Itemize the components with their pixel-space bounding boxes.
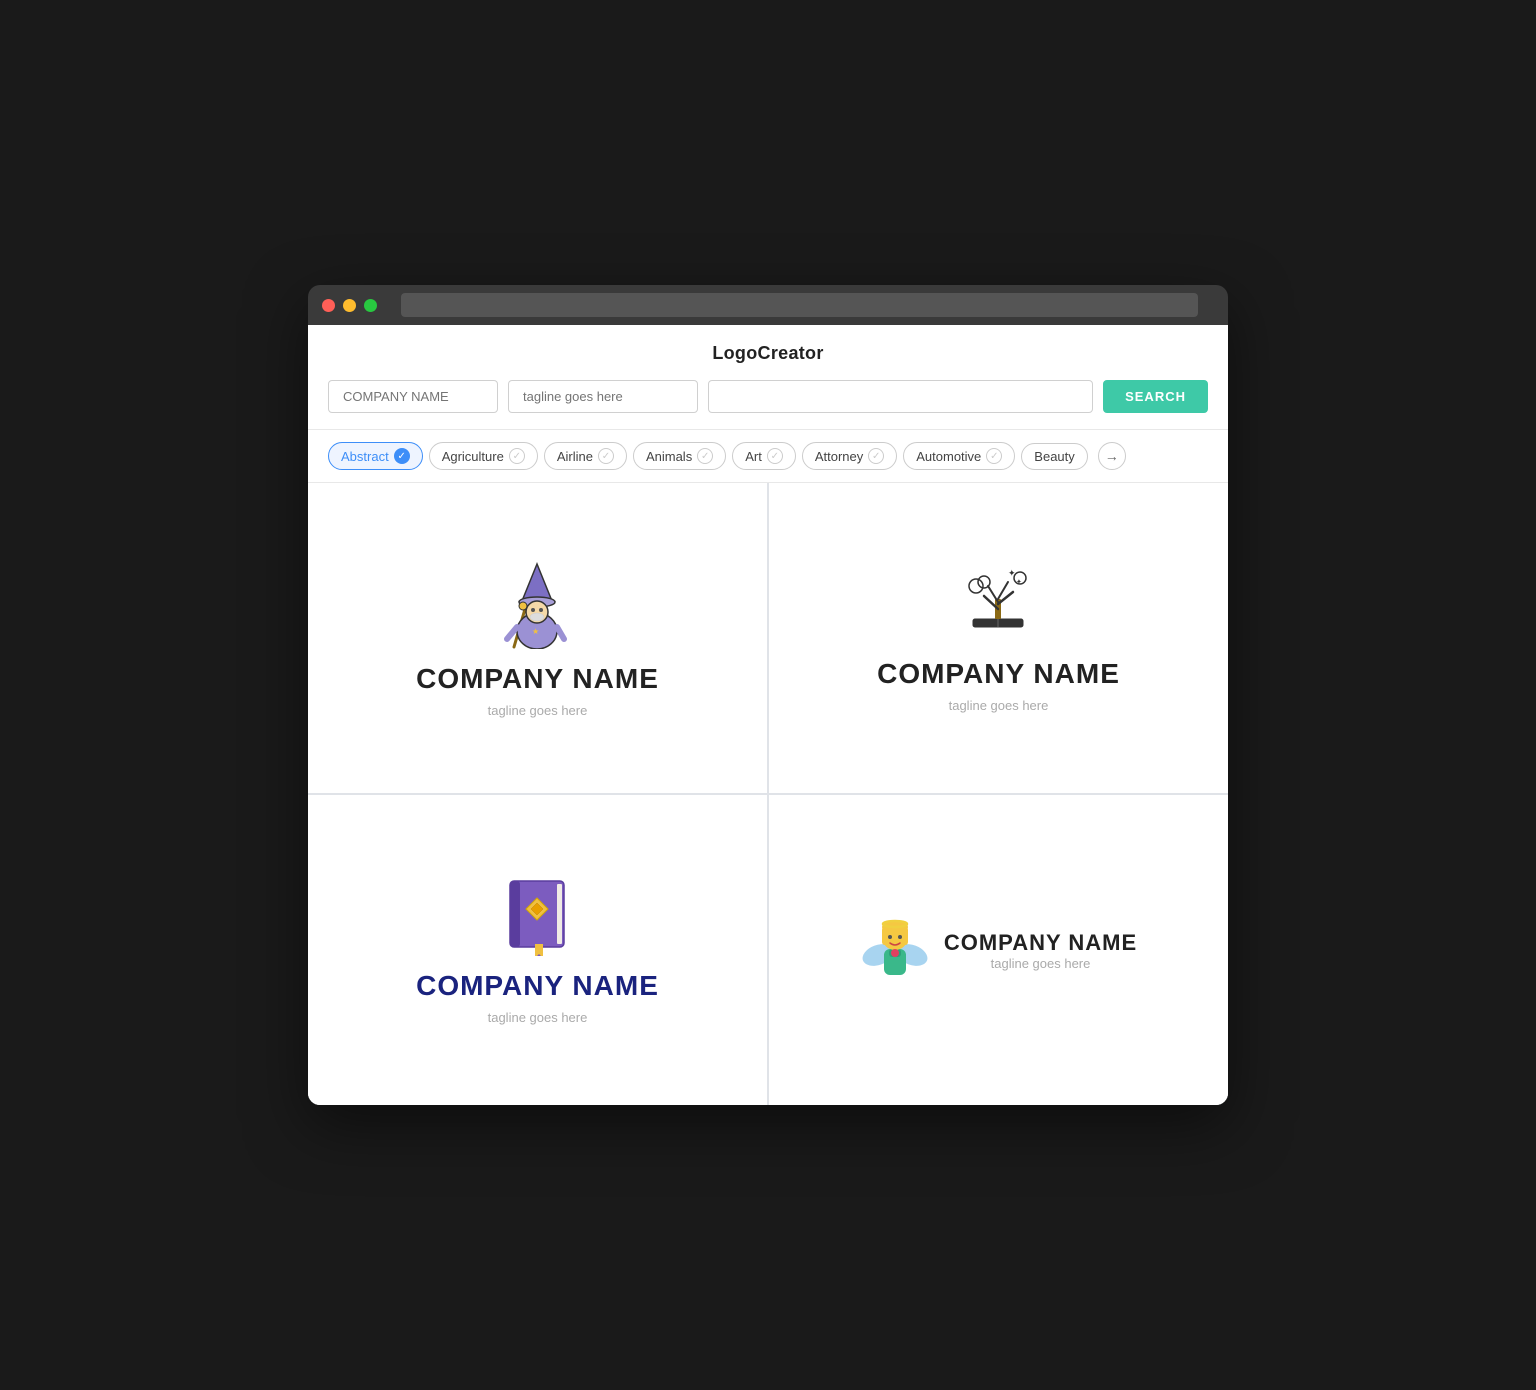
filter-label-agriculture: Agriculture (442, 449, 504, 464)
tagline-2: tagline goes here (949, 698, 1049, 713)
maximize-button[interactable] (364, 299, 377, 312)
tree-icon: ✦ ✦ (958, 564, 1038, 644)
logo-grid: ★ COMPANY NAME tagline goes here (308, 483, 1228, 1105)
filter-chip-animals[interactable]: Animals ✓ (633, 442, 726, 470)
book-icon (502, 876, 572, 956)
filter-label-airline: Airline (557, 449, 593, 464)
filter-chip-art[interactable]: Art ✓ (732, 442, 796, 470)
check-icon-art: ✓ (767, 448, 783, 464)
browser-titlebar (308, 285, 1228, 325)
filter-next-button[interactable]: → (1098, 442, 1126, 470)
filter-label-animals: Animals (646, 449, 692, 464)
logo-card-1-content: ★ COMPANY NAME tagline goes here (416, 559, 659, 718)
keyword-input[interactable] (708, 380, 1093, 413)
logo-card-tree[interactable]: ✦ ✦ COMPANY NAME tagline goes here (769, 483, 1228, 793)
filter-chip-attorney[interactable]: Attorney ✓ (802, 442, 897, 470)
app-title: LogoCreator (328, 343, 1208, 364)
filter-label-beauty: Beauty (1034, 449, 1074, 464)
app-content: LogoCreator SEARCH Abstract ✓ Agricultur… (308, 325, 1228, 1105)
logo-card-book[interactable]: COMPANY NAME tagline goes here (308, 795, 767, 1105)
filter-bar: Abstract ✓ Agriculture ✓ Airline ✓ Anima… (308, 430, 1228, 483)
check-icon-attorney: ✓ (868, 448, 884, 464)
check-icon-automotive: ✓ (986, 448, 1002, 464)
logo-card-wizard[interactable]: ★ COMPANY NAME tagline goes here (308, 483, 767, 793)
tagline-4: tagline goes here (944, 956, 1137, 971)
logo-card-angel[interactable]: COMPANY NAME tagline goes here (769, 795, 1228, 1105)
check-icon-agriculture: ✓ (509, 448, 525, 464)
search-bar: SEARCH (328, 380, 1208, 413)
filter-chip-airline[interactable]: Airline ✓ (544, 442, 627, 470)
logo-card-4-text: COMPANY NAME tagline goes here (944, 930, 1137, 971)
company-name-3: COMPANY NAME (416, 970, 659, 1002)
company-name-input[interactable] (328, 380, 498, 413)
svg-text:✦: ✦ (1016, 578, 1022, 586)
tagline-input[interactable] (508, 380, 698, 413)
company-name-1: COMPANY NAME (416, 663, 659, 695)
filter-label-abstract: Abstract (341, 449, 389, 464)
filter-label-art: Art (745, 449, 762, 464)
tagline-1: tagline goes here (488, 703, 588, 718)
minimize-button[interactable] (343, 299, 356, 312)
address-bar (401, 293, 1198, 317)
tagline-3: tagline goes here (488, 1010, 588, 1025)
app-header: LogoCreator SEARCH (308, 325, 1228, 430)
svg-text:★: ★ (532, 627, 539, 636)
company-name-2: COMPANY NAME (877, 658, 1120, 690)
wizard-icon: ★ (497, 559, 577, 649)
browser-window: LogoCreator SEARCH Abstract ✓ Agricultur… (308, 285, 1228, 1105)
check-icon-abstract: ✓ (394, 448, 410, 464)
filter-chip-automotive[interactable]: Automotive ✓ (903, 442, 1015, 470)
filter-chip-agriculture[interactable]: Agriculture ✓ (429, 442, 538, 470)
search-button[interactable]: SEARCH (1103, 380, 1208, 413)
check-icon-animals: ✓ (697, 448, 713, 464)
filter-label-automotive: Automotive (916, 449, 981, 464)
logo-card-2-content: ✦ ✦ COMPANY NAME tagline goes here (877, 564, 1120, 713)
close-button[interactable] (322, 299, 335, 312)
check-icon-airline: ✓ (598, 448, 614, 464)
logo-card-4-content: COMPANY NAME tagline goes here (860, 907, 1137, 993)
angel-icon (860, 907, 930, 987)
filter-label-attorney: Attorney (815, 449, 863, 464)
filter-chip-abstract[interactable]: Abstract ✓ (328, 442, 423, 470)
filter-chip-beauty[interactable]: Beauty (1021, 443, 1087, 470)
company-name-4: COMPANY NAME (944, 930, 1137, 956)
logo-card-3-content: COMPANY NAME tagline goes here (416, 876, 659, 1025)
